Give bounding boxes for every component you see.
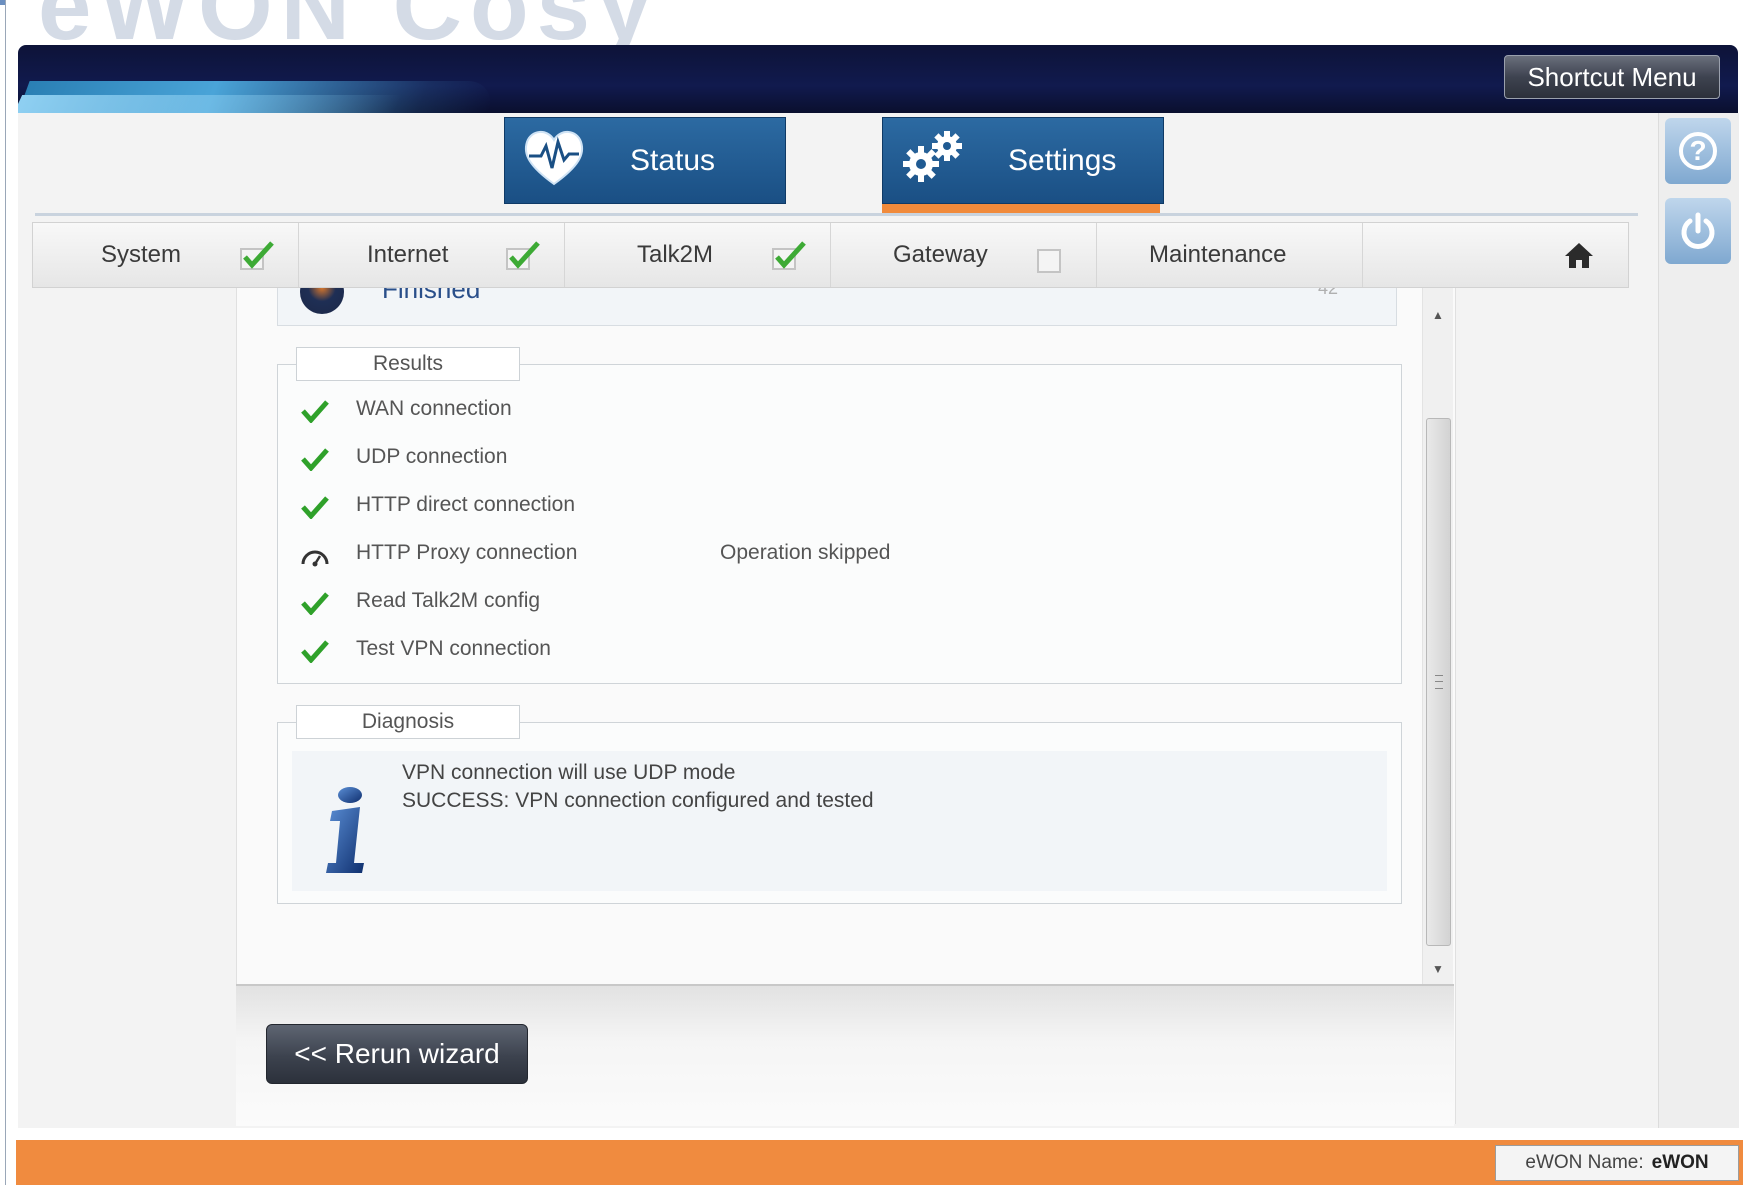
results-legend: Results [296, 347, 520, 381]
success-check-icon [301, 496, 329, 519]
progress-status-bar: Finished 42 [277, 288, 1397, 326]
device-name-box: eWON Name: eWON [1495, 1145, 1739, 1181]
success-check-icon [301, 640, 329, 663]
success-check-icon [301, 448, 329, 471]
status-indicator-icon [300, 288, 344, 314]
subnav-label: Gateway [893, 241, 988, 268]
check-icon [772, 241, 806, 270]
wizard-footer: << Rerun wizard [236, 984, 1454, 1126]
help-icon: ? [1679, 132, 1717, 170]
help-button[interactable]: ? [1665, 118, 1731, 184]
shortcut-menu-button[interactable]: Shortcut Menu [1504, 55, 1720, 99]
result-row: UDP connection [300, 445, 1200, 473]
result-row: WAN connection [300, 397, 1200, 425]
subnav-label: Talk2M [637, 241, 714, 268]
check-icon [506, 241, 540, 270]
skipped-gauge-icon [301, 550, 329, 567]
subnav-label: System [101, 241, 182, 268]
home-icon[interactable] [1564, 241, 1594, 269]
header-swoosh-highlight [18, 95, 403, 113]
success-check-icon [301, 592, 329, 615]
result-label: UDP connection [356, 445, 508, 468]
tabs-divider [35, 213, 1638, 216]
diagnosis-line: VPN connection will use UDP mode [402, 761, 736, 784]
tab-status[interactable]: Status [504, 117, 786, 204]
tab-settings-label: Settings [1008, 144, 1117, 177]
unchecked-box-icon [1037, 249, 1061, 273]
result-label: Test VPN connection [356, 637, 551, 660]
result-label: HTTP direct connection [356, 493, 576, 516]
scrollbar-grip-icon [1435, 675, 1443, 689]
result-row: Test VPN connection [300, 637, 1200, 665]
vertical-scrollbar[interactable]: ▲ ▼ [1422, 288, 1453, 984]
success-check-icon [301, 400, 329, 423]
diagnosis-panel: VPN connection will use UDP mode SUCCESS… [292, 751, 1387, 891]
subnav-item-gateway[interactable]: Gateway [831, 223, 1097, 287]
result-row: HTTP direct connection [300, 493, 1200, 521]
device-name-value: eWON [1651, 1152, 1709, 1173]
active-tab-indicator [882, 204, 1160, 213]
status-bar: eWON Name: eWON [16, 1140, 1743, 1185]
result-label: HTTP Proxy connection [356, 541, 578, 564]
device-name-label: eWON Name: [1525, 1152, 1644, 1173]
results-group: Results WAN connection UDP connection HT… [277, 347, 1402, 684]
subnav-label: Internet [367, 241, 449, 268]
check-icon [240, 241, 274, 270]
subnav-item-maintenance[interactable]: Maintenance [1097, 223, 1363, 287]
diagnosis-group: Diagnosis VPN connection will use UDP mo… [277, 705, 1402, 904]
result-label: Read Talk2M config [356, 589, 541, 612]
progress-status-text: Finished [382, 288, 481, 304]
tab-settings[interactable]: Settings [882, 117, 1164, 204]
progress-count: 42 [1317, 288, 1338, 298]
rerun-wizard-button[interactable]: << Rerun wizard [266, 1024, 528, 1084]
gears-icon [903, 131, 962, 182]
result-label: WAN connection [356, 397, 512, 420]
settings-subnav: System Internet Talk2M Gateway Maintenan… [32, 222, 1629, 288]
subnav-label: Maintenance [1149, 241, 1287, 268]
app-header: Shortcut Menu [18, 45, 1738, 113]
diagnosis-line: SUCCESS: VPN connection configured and t… [402, 789, 874, 812]
right-rail: ? [1658, 113, 1739, 1128]
subnav-item-system[interactable]: System [33, 223, 299, 287]
power-button[interactable] [1665, 198, 1731, 264]
tab-status-label: Status [630, 144, 716, 177]
diagnosis-legend: Diagnosis [296, 705, 520, 739]
info-icon [326, 787, 364, 873]
subnav-item-talk2m[interactable]: Talk2M [565, 223, 831, 287]
result-note: Operation skipped [720, 541, 891, 564]
scroll-up-arrow-icon[interactable]: ▲ [1432, 308, 1444, 322]
result-row: Read Talk2M config [300, 589, 1200, 617]
scrollbar-thumb[interactable] [1426, 418, 1451, 946]
power-icon [1681, 212, 1715, 249]
heart-pulse-icon [524, 131, 584, 186]
subnav-item-internet[interactable]: Internet [299, 223, 565, 287]
scroll-down-arrow-icon[interactable]: ▼ [1432, 962, 1444, 976]
result-row: HTTP Proxy connection Operation skipped [300, 541, 1200, 569]
